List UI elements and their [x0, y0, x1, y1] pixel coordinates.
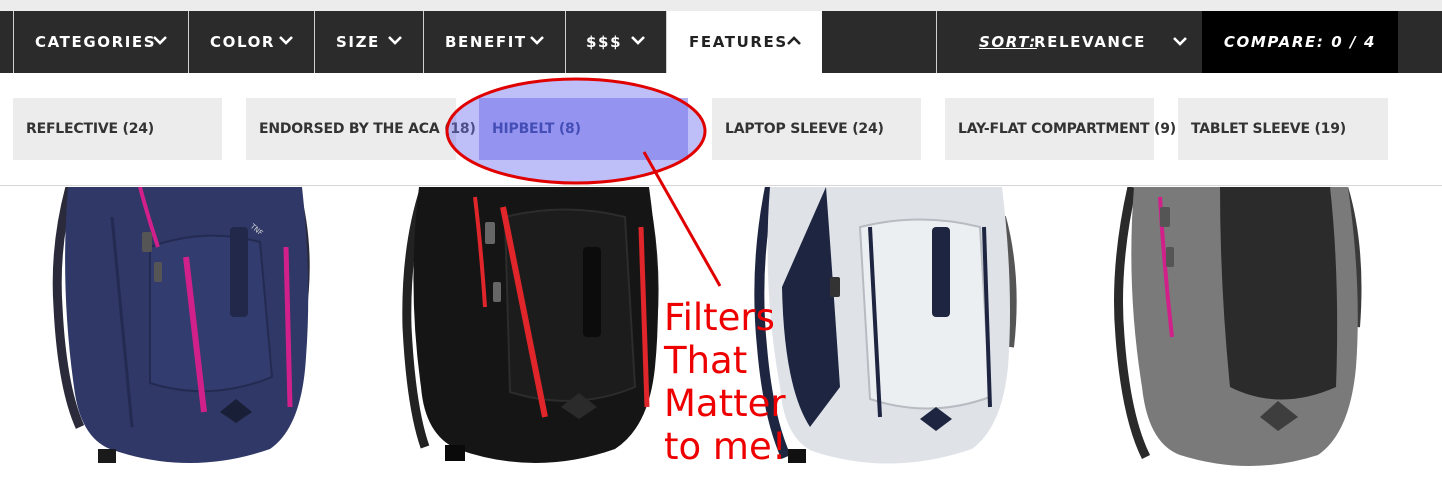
filter-chip-hipbelt[interactable]: HIPBELT (8) [479, 98, 688, 160]
tab-categories[interactable]: CATEGORIES [14, 11, 189, 73]
product-image-backpack-grey-black[interactable] [1100, 187, 1390, 477]
tab-size-label: SIZE [336, 33, 380, 51]
filter-chip-laptop-sleeve[interactable]: LAPTOP SLEEVE (24) [712, 98, 921, 160]
top-strip [0, 0, 1442, 11]
chevron-down-icon [153, 36, 167, 45]
tab-features[interactable]: FEATURES [667, 11, 822, 73]
sort-dropdown[interactable]: SORT: RELEVANCE [936, 11, 1202, 73]
filter-chip-label: LAPTOP SLEEVE (24) [725, 121, 884, 137]
chevron-down-icon [279, 36, 293, 45]
compare-button[interactable]: COMPARE: 0 / 4 [1202, 11, 1398, 73]
tab-features-label: FEATURES [689, 33, 788, 51]
filter-chip-label: HIPBELT (8) [492, 121, 581, 137]
sort-value: RELEVANCE [1034, 33, 1147, 51]
chevron-up-icon [787, 36, 801, 45]
tab-color-label: COLOR [210, 33, 276, 51]
annotation-line: Filters [664, 296, 775, 339]
filter-chip-endorsed-by-aca[interactable]: ENDORSED BY THE ACA (18) [246, 98, 476, 160]
product-image-backpack-navy[interactable]: TNF [40, 187, 330, 477]
tab-benefit[interactable]: BENEFIT [424, 11, 566, 73]
annotation-line: That [664, 339, 748, 382]
filter-chip-reflective[interactable]: REFLECTIVE (24) [13, 98, 222, 160]
filter-chip-label: LAY-FLAT COMPARTMENT (9) [958, 121, 1176, 137]
filter-nav-bar: CATEGORIES COLOR SIZE BENEFIT $$$ FEATUR… [0, 11, 1442, 73]
sort-prefix: SORT: [979, 33, 1037, 51]
filter-chip-label: REFLECTIVE (24) [26, 121, 154, 137]
tab-categories-label: CATEGORIES [35, 33, 157, 51]
tab-benefit-label: BENEFIT [445, 33, 527, 51]
chevron-down-icon [530, 36, 544, 45]
product-image-backpack-black[interactable] [385, 187, 675, 477]
chevron-down-icon [388, 36, 402, 45]
tab-color[interactable]: COLOR [189, 11, 315, 73]
chevron-down-icon [631, 36, 645, 45]
compare-label: COMPARE: 0 / 4 [1223, 33, 1377, 51]
tab-price[interactable]: $$$ [566, 11, 667, 73]
tab-price-label: $$$ [586, 33, 623, 51]
features-filter-panel: REFLECTIVE (24) ENDORSED BY THE ACA (18)… [0, 73, 1442, 186]
annotation-line: Matter [664, 382, 786, 425]
filter-chip-label: ENDORSED BY THE ACA (18) [259, 121, 476, 137]
chevron-down-icon [1173, 37, 1187, 46]
tab-size[interactable]: SIZE [315, 11, 424, 73]
filter-chip-lay-flat-compartment[interactable]: LAY-FLAT COMPARTMENT (9) [945, 98, 1176, 160]
filter-chip-tablet-sleeve[interactable]: TABLET SLEEVE (19) [1178, 98, 1388, 160]
filter-chip-label: TABLET SLEEVE (19) [1191, 121, 1346, 137]
annotation-note: Filters That Matter to me! [664, 296, 787, 468]
annotation-line: to me! [664, 425, 787, 468]
